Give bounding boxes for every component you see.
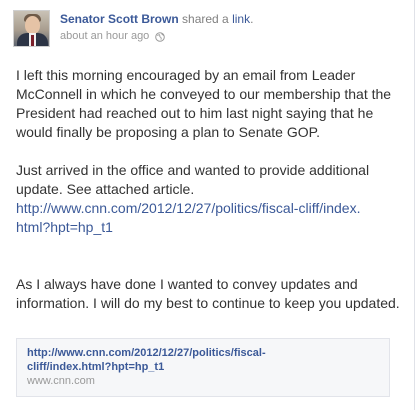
- avatar-face: [25, 16, 40, 34]
- facebook-post: Senator Scott Brown shared a link. about…: [0, 0, 415, 410]
- author-name[interactable]: Senator Scott Brown: [60, 12, 179, 26]
- link-word[interactable]: link: [232, 12, 250, 26]
- post-action-end: .: [250, 12, 254, 26]
- link-attachment-card[interactable]: http://www.cnn.com/2012/12/27/politics/f…: [16, 338, 390, 397]
- post-body: I left this morning encouraged by an ema…: [16, 66, 401, 313]
- attachment-domain: www.cnn.com: [27, 375, 95, 387]
- attachment-title[interactable]: http://www.cnn.com/2012/12/27/politics/f…: [27, 346, 327, 374]
- post-meta: Senator Scott Brown shared a link. about…: [60, 12, 253, 44]
- post-action-text: shared a: [182, 12, 229, 26]
- globe-icon[interactable]: [155, 31, 166, 42]
- post-timestamp-row: about an hour ago: [60, 29, 253, 44]
- post-headline: Senator Scott Brown shared a link.: [60, 12, 253, 27]
- post-inline-link[interactable]: http://www.cnn.com/2012/12/27/politics/f…: [16, 199, 366, 237]
- post-paragraph-1: I left this morning encouraged by an ema…: [16, 67, 392, 140]
- post-header: Senator Scott Brown shared a link. about…: [13, 10, 253, 47]
- post-paragraph-3: As I always have done I wanted to convey…: [16, 276, 400, 311]
- post-timestamp[interactable]: about an hour ago: [60, 29, 149, 44]
- avatar-tie: [31, 35, 34, 46]
- avatar[interactable]: [13, 10, 50, 47]
- post-paragraph-2: Just arrived in the office and wanted to…: [16, 162, 370, 197]
